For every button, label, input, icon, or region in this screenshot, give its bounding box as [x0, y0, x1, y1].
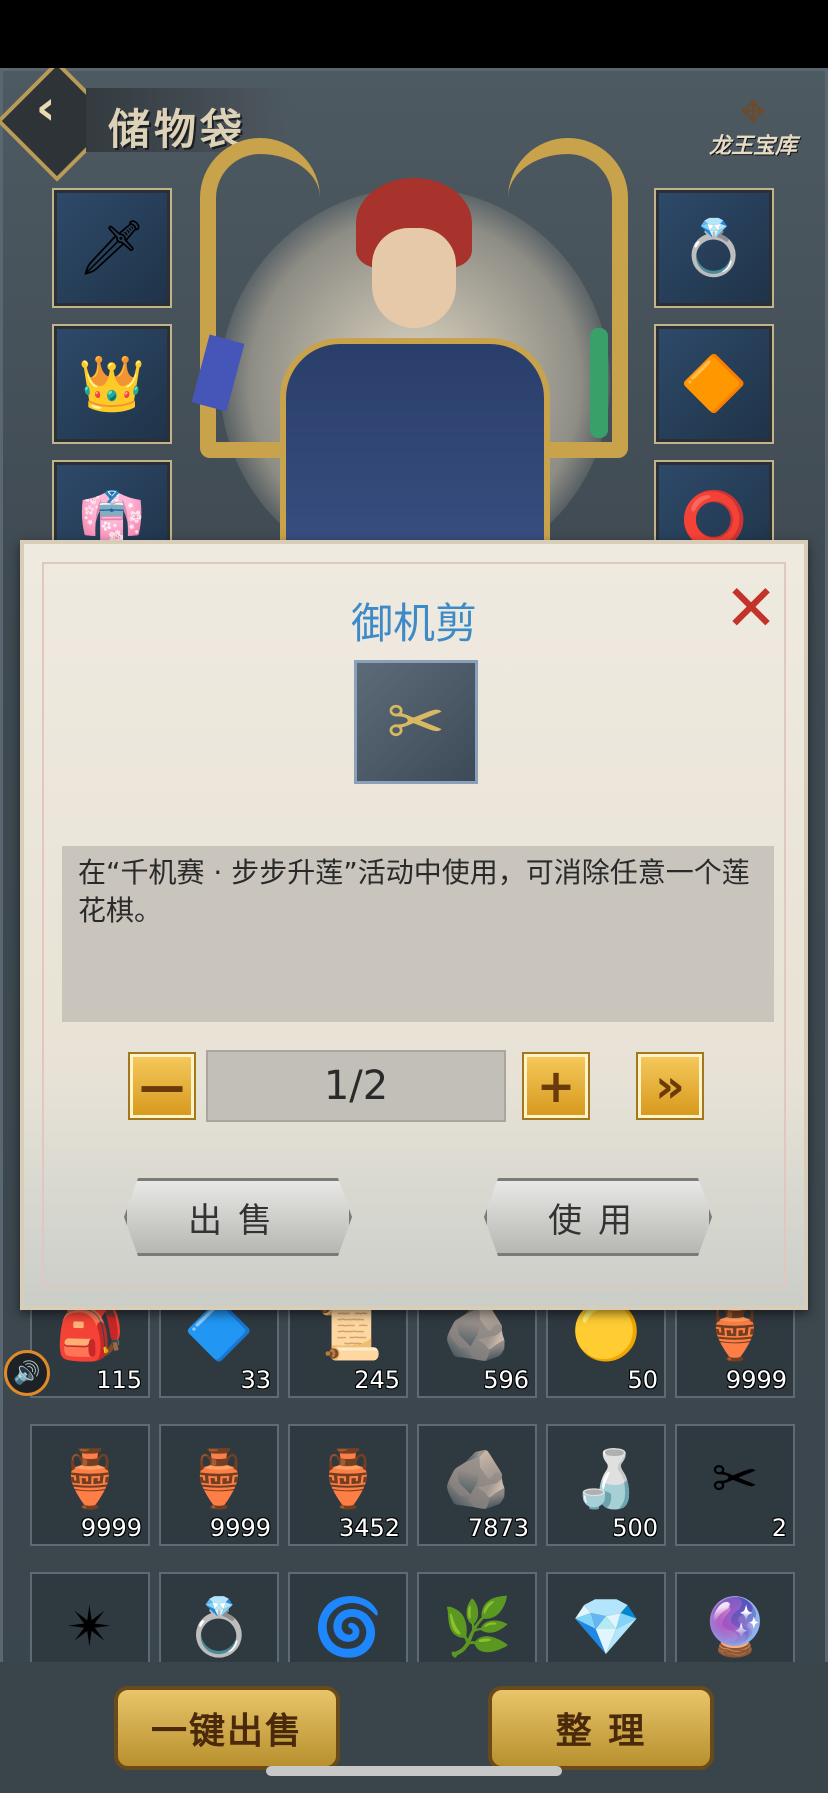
speaker-icon: 🔊 [13, 1360, 41, 1386]
sell-button[interactable]: 出售 [124, 1178, 352, 1256]
helmet-icon: 👑 [78, 352, 146, 415]
orb-icon: 🔮 [700, 1595, 770, 1660]
item-count: 596 [483, 1366, 529, 1394]
decrease-quantity-button[interactable]: — [130, 1054, 194, 1118]
sword-icon: 🗡 [77, 216, 147, 279]
plus-icon: + [536, 1059, 576, 1113]
ring-icon: 💍 [184, 1595, 254, 1660]
sound-toggle-button[interactable]: 🔊 [4, 1350, 50, 1396]
back-arrow-icon: ‹ [35, 80, 56, 137]
increase-quantity-button[interactable]: + [524, 1054, 588, 1118]
potion-jar-icon: 🏺 [184, 1447, 254, 1512]
item-count: 33 [240, 1366, 271, 1394]
bag-slot[interactable]: 🏺 9999 [30, 1424, 150, 1546]
home-indicator[interactable] [266, 1766, 562, 1776]
bag-slot[interactable]: ✂ 2 [675, 1424, 795, 1546]
potion-jar-icon: 🏺 [313, 1447, 383, 1512]
equip-slot-ring[interactable]: 💍 [654, 188, 774, 308]
status-bar [0, 0, 828, 68]
ring-icon: 💍 [680, 216, 748, 279]
ore-icon: 🪨 [442, 1447, 512, 1512]
double-chevron-right-icon: » [655, 1059, 685, 1113]
ornament-icon: 🌀 [313, 1595, 383, 1660]
equip-slot-weapon[interactable]: 🗡 [52, 188, 172, 308]
jade-hook [590, 328, 608, 438]
item-count: 500 [612, 1514, 658, 1542]
item-count: 9999 [725, 1366, 787, 1394]
sell-all-button[interactable]: 一键出售 [114, 1686, 340, 1770]
item-name: 御机剪 [350, 599, 477, 648]
item-count: 115 [96, 1366, 142, 1394]
close-icon: ✕ [724, 572, 778, 646]
bag-slot[interactable]: 🏺 9999 [159, 1424, 279, 1546]
equip-slot-pendant[interactable]: 🔶 [654, 324, 774, 444]
character-portrait [160, 128, 668, 628]
item-count: 9999 [80, 1514, 142, 1542]
item-detail-dialog: 御机剪 ✕ ✂ 在“千机赛 · 步步升莲”活动中使用，可消除任意一个莲花棋。 —… [20, 540, 808, 1310]
treasury-label: 龙王宝库 [708, 133, 797, 159]
item-count: 50 [627, 1366, 658, 1394]
item-count: 7873 [467, 1514, 529, 1542]
bag-slot[interactable]: 🍶 500 [546, 1424, 666, 1546]
equip-slot-helmet[interactable]: 👑 [52, 324, 172, 444]
bag-slot[interactable]: 🪨 7873 [417, 1424, 537, 1546]
vase-icon: 🍶 [571, 1447, 641, 1512]
minus-icon: — [139, 1059, 185, 1113]
max-quantity-button[interactable]: » [638, 1054, 702, 1118]
gem-icon: 💎 [571, 1595, 641, 1660]
item-count: 2 [771, 1514, 787, 1542]
herb-icon: 🌿 [442, 1595, 512, 1660]
close-button[interactable]: ✕ [722, 572, 780, 646]
potion-jar-icon: 🏺 [55, 1447, 125, 1512]
item-count: 9999 [209, 1514, 271, 1542]
dragon-emblem-icon: ✥ [740, 95, 766, 130]
character-face [372, 228, 456, 328]
item-count: 3452 [338, 1514, 400, 1542]
dragon-king-treasury-button[interactable]: ✥ 龙王宝库 [698, 98, 808, 168]
star-icon: ✴ [66, 1594, 114, 1660]
bag-slot[interactable]: 🏺 3452 [288, 1424, 408, 1546]
scissors-icon: ✂ [354, 660, 478, 784]
sort-button[interactable]: 整 理 [488, 1686, 714, 1770]
pendant-icon: 🔶 [680, 352, 748, 415]
quantity-display: 1/2 [206, 1050, 506, 1122]
item-description: 在“千机赛 · 步步升莲”活动中使用，可消除任意一个莲花棋。 [62, 846, 774, 1022]
scissors-icon: ✂ [711, 1446, 759, 1512]
use-button[interactable]: 使用 [484, 1178, 712, 1256]
item-count: 245 [354, 1366, 400, 1394]
